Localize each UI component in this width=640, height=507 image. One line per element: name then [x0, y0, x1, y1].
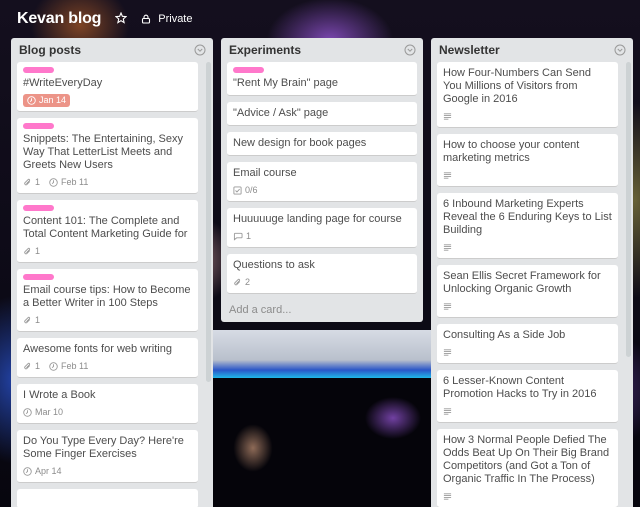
board-header: Kevan blog Private — [0, 0, 640, 38]
card-title: Huuuuuge landing page for course — [233, 213, 402, 225]
clock-icon — [23, 466, 32, 476]
chevron-down-circle-icon[interactable] — [614, 44, 626, 56]
card-title: Consulting As a Side Job — [443, 329, 566, 341]
card-title: How Four-Numbers Can Send You Millions o… — [443, 67, 591, 105]
card-title: I Wrote a Book — [23, 389, 96, 401]
paperclip-icon — [24, 362, 31, 369]
clock-icon — [27, 95, 36, 105]
clock-icon — [49, 177, 58, 187]
card-label-pink — [233, 67, 264, 73]
card-title: Sean Ellis Secret Framework for Unlockin… — [443, 270, 601, 295]
card-title: Questions to ask — [233, 259, 315, 271]
card-title: How 3 Normal People Defied The Odds Beat… — [443, 434, 610, 485]
add-card-button[interactable]: Add a card... — [221, 300, 423, 322]
list-scrollbar[interactable] — [206, 62, 211, 382]
card-label-pink — [23, 205, 54, 211]
card[interactable]: Email course tips: How to Become a Bette… — [17, 269, 198, 332]
description-icon — [443, 492, 452, 500]
chevron-down-circle-icon[interactable] — [194, 44, 206, 56]
list-scrollbar[interactable] — [626, 62, 631, 357]
card-label-pink — [23, 274, 54, 280]
checklist-icon — [233, 185, 242, 195]
clock-icon — [49, 361, 58, 371]
card[interactable]: Awesome fonts for web writing 1 Feb 11 — [17, 338, 198, 378]
list-experiments: Experiments "Rent My Brain" page "Advice… — [221, 38, 423, 322]
card[interactable]: "Rent My Brain" page — [227, 62, 417, 96]
due-date-badge: Mar 10 — [23, 406, 63, 419]
card-title: Email course tips: How to Become a Bette… — [23, 284, 191, 309]
paperclip-icon — [234, 278, 241, 285]
description-icon — [443, 348, 452, 356]
lock-icon — [142, 14, 151, 24]
background-photo-strip — [213, 330, 435, 380]
list-title: Blog posts — [19, 43, 81, 57]
card[interactable]: Huuuuuge landing page for course 1 — [227, 208, 417, 248]
clock-icon — [23, 407, 32, 417]
card[interactable]: Email course 0/6 — [227, 162, 417, 202]
attachment-badge: 1 — [23, 245, 40, 258]
card[interactable]: How to choose your content marketing met… — [437, 134, 618, 187]
star-icon[interactable] — [114, 11, 128, 26]
card-title: Snippets: The Entertaining, Sexy Way Tha… — [23, 133, 184, 171]
attachment-badge: 1 — [23, 314, 40, 327]
comment-badge: 1 — [233, 230, 251, 243]
attachment-badge: 1 — [23, 360, 40, 373]
card-title: 6 Lesser-Known Content Promotion Hacks t… — [443, 375, 597, 400]
due-date-badge: Apr 14 — [23, 465, 62, 478]
card[interactable]: Sean Ellis Secret Framework for Unlockin… — [437, 265, 618, 318]
card-title: 6 Inbound Marketing Experts Reveal the 6… — [443, 198, 612, 236]
paperclip-icon — [24, 316, 31, 323]
card[interactable]: #WriteEveryDay Jan 14 — [17, 62, 198, 112]
description-icon — [443, 112, 452, 120]
background-photo — [213, 378, 435, 507]
card-title: Email course — [233, 167, 297, 179]
card-label-pink — [23, 67, 54, 73]
due-date-badge: Feb 11 — [49, 360, 88, 373]
checklist-badge: 0/6 — [233, 184, 258, 197]
card-title: "Rent My Brain" page — [233, 77, 339, 89]
description-icon — [443, 302, 452, 310]
card-label-pink — [23, 123, 54, 129]
list-title: Newsletter — [439, 43, 500, 57]
card[interactable] — [17, 489, 198, 507]
card-title: Do You Type Every Day? Here're Some Fing… — [23, 435, 184, 460]
due-date-badge: Jan 14 — [23, 93, 71, 107]
card-title: How to choose your content marketing met… — [443, 139, 580, 164]
description-icon — [443, 407, 452, 415]
card-title: "Advice / Ask" page — [233, 107, 329, 119]
list-blog-posts: Blog posts #WriteEveryDay Jan 14 Snippet… — [11, 38, 213, 507]
comment-icon — [233, 232, 243, 241]
card[interactable]: I Wrote a Book Mar 10 — [17, 384, 198, 424]
description-icon — [443, 243, 452, 251]
card[interactable]: How Four-Numbers Can Send You Millions o… — [437, 62, 618, 128]
card[interactable]: New design for book pages — [227, 132, 417, 156]
board-title[interactable]: Kevan blog — [17, 10, 101, 28]
due-date-badge: Feb 11 — [49, 176, 88, 189]
paperclip-icon — [24, 178, 31, 185]
card-title: #WriteEveryDay — [23, 77, 103, 89]
attachment-badge: 1 — [23, 176, 40, 189]
card[interactable]: Questions to ask 2 — [227, 254, 417, 294]
attachment-badge: 2 — [233, 276, 250, 289]
list-title: Experiments — [229, 43, 302, 57]
card-title: Content 101: The Complete and Total Cont… — [23, 215, 188, 240]
chevron-down-circle-icon[interactable] — [404, 44, 416, 56]
card[interactable]: 6 Inbound Marketing Experts Reveal the 6… — [437, 193, 618, 259]
card[interactable]: How 3 Normal People Defied The Odds Beat… — [437, 429, 618, 507]
paperclip-icon — [24, 247, 31, 254]
card-title: Awesome fonts for web writing — [23, 343, 172, 355]
card[interactable]: Content 101: The Complete and Total Cont… — [17, 200, 198, 263]
card[interactable]: Snippets: The Entertaining, Sexy Way Tha… — [17, 118, 198, 194]
privacy-button[interactable]: Private — [141, 13, 193, 25]
list-newsletter: Newsletter How Four-Numbers Can Send You… — [431, 38, 633, 507]
card[interactable]: Consulting As a Side Job — [437, 324, 618, 364]
description-icon — [443, 171, 452, 179]
card-title: New design for book pages — [233, 137, 367, 149]
privacy-label: Private — [158, 13, 193, 25]
card[interactable]: Do You Type Every Day? Here're Some Fing… — [17, 430, 198, 483]
card[interactable]: "Advice / Ask" page — [227, 102, 417, 126]
card[interactable]: 6 Lesser-Known Content Promotion Hacks t… — [437, 370, 618, 423]
